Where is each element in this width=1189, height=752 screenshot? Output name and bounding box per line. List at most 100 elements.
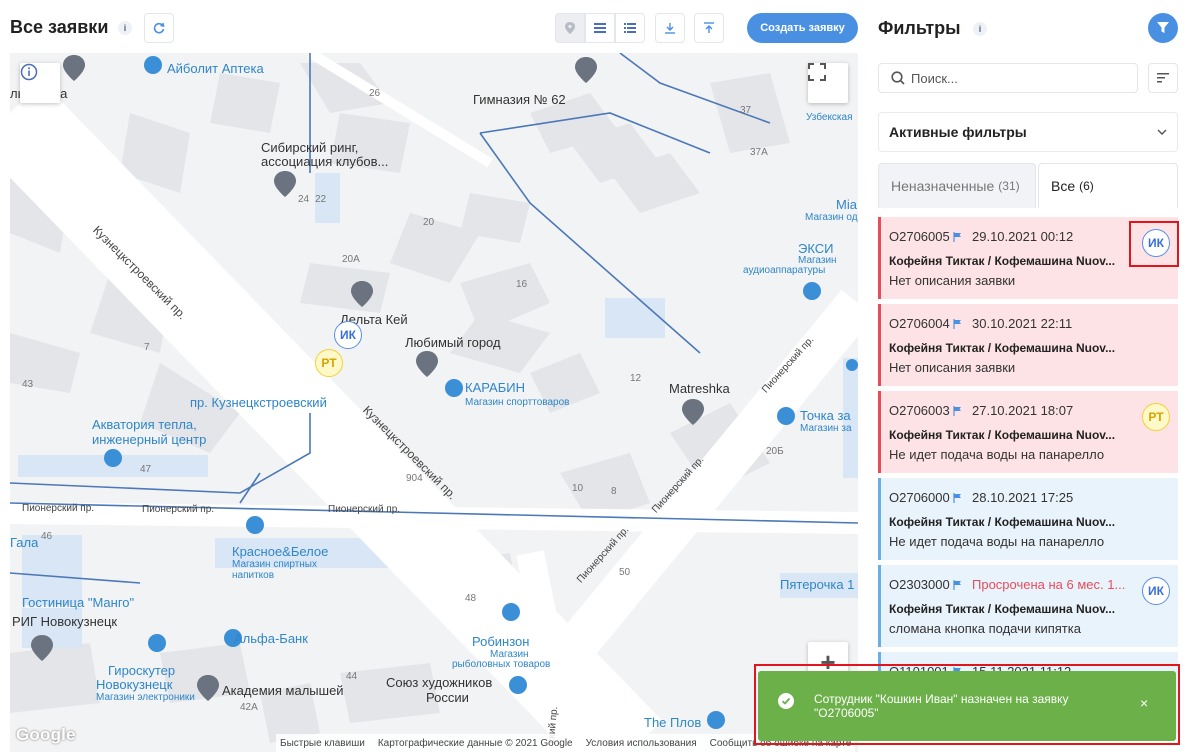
map-view[interactable]: Айболит Аптека льборьба Гимназия № 62 Уз… bbox=[10, 53, 858, 752]
list-icon bbox=[594, 23, 606, 33]
chevron-down-icon bbox=[1157, 129, 1167, 135]
map-label-karabin-sub: Магазин спорттоваров bbox=[465, 397, 570, 408]
ticket-header: O2706004 30.10.2021 22:11 bbox=[889, 316, 1178, 331]
building-number: 37 bbox=[740, 105, 752, 116]
map-view-button[interactable] bbox=[555, 13, 585, 43]
refresh-icon bbox=[153, 22, 165, 34]
list-view-button[interactable] bbox=[585, 13, 615, 43]
building-number: 7 bbox=[144, 342, 150, 353]
ticket-title: Кофейня Тиктак / Кофемашина Nuov... bbox=[889, 341, 1116, 355]
filters-info-icon[interactable]: i bbox=[973, 22, 987, 36]
building-number: 47 bbox=[140, 464, 152, 475]
ticket-date: 27.10.2021 18:07 bbox=[972, 403, 1074, 418]
tickets-tabs: Неназначенные (31) Все (6) bbox=[878, 163, 1178, 208]
building-number: 16 bbox=[516, 279, 528, 290]
upload-icon bbox=[704, 22, 714, 33]
details-view-button[interactable] bbox=[615, 13, 645, 43]
map-footer-data: Картографические данные © 2021 Google bbox=[377, 737, 573, 749]
map-label-pyaterochka: Пятерочка 1 bbox=[780, 577, 855, 592]
ticket-card[interactable]: O2303000 Просрочена на 6 мес. 1... Кофей… bbox=[878, 565, 1178, 647]
assignee-avatar[interactable]: ИК bbox=[1142, 577, 1170, 605]
assignee-marker-rt[interactable]: РТ bbox=[315, 349, 343, 377]
building-number: 44 bbox=[346, 671, 358, 682]
ticket-card[interactable]: O2706005 29.10.2021 00:12 Кофейня Тиктак… bbox=[878, 217, 1178, 299]
page-title: Все заявки bbox=[10, 17, 109, 37]
map-background bbox=[10, 53, 858, 752]
ticket-card[interactable]: O2706000 28.10.2021 17:25 Кофейня Тиктак… bbox=[878, 478, 1178, 560]
map-label-pionersky-5: Пионерский пр. bbox=[142, 504, 215, 515]
map-label-kuz-stop: пр. Кузнецкстроевский bbox=[190, 395, 327, 410]
sort-icon bbox=[1157, 73, 1169, 83]
download-icon bbox=[665, 23, 675, 34]
funnel-icon bbox=[1157, 22, 1169, 33]
map-label-tochka: Точка за bbox=[800, 408, 851, 423]
fullscreen-button[interactable] bbox=[808, 63, 848, 103]
ticket-title: Кофейня Тиктак / Кофемашина Nuov... bbox=[889, 602, 1116, 616]
map-label-krasnoe-sub-2: напитков bbox=[232, 570, 275, 581]
building-number: 37A bbox=[750, 147, 768, 158]
building-number: 46 bbox=[41, 531, 53, 542]
ticket-number: O2706005 bbox=[889, 229, 950, 244]
ticket-date: 30.10.2021 22:11 bbox=[972, 316, 1073, 331]
view-switcher bbox=[555, 13, 645, 43]
download-button[interactable] bbox=[655, 13, 685, 43]
active-filters-dropdown[interactable]: Активные фильтры bbox=[878, 112, 1178, 152]
map-label-aibolit: Айболит Аптека bbox=[167, 61, 264, 76]
flag-icon bbox=[953, 405, 961, 416]
info-icon[interactable]: i bbox=[118, 21, 132, 35]
sort-button[interactable] bbox=[1148, 63, 1178, 93]
building-number: 24 bbox=[298, 194, 310, 205]
building-number: 22 bbox=[315, 194, 327, 205]
map-label-artists-2: России bbox=[426, 690, 469, 705]
map-label-akvatoria-2: инженерный центр bbox=[92, 432, 207, 447]
ticket-description: Нет описания заявки bbox=[889, 273, 1016, 288]
tab-unassigned[interactable]: Неназначенные (31) bbox=[878, 163, 1036, 208]
building-number: 904 bbox=[406, 473, 423, 484]
upload-button[interactable] bbox=[694, 13, 724, 43]
ticket-title: Кофейня Тиктак / Кофемашина Nuov... bbox=[889, 254, 1116, 268]
tab-all[interactable]: Все (6) bbox=[1038, 163, 1178, 208]
map-label-krasnoe-sub-1: Магазин спиртных bbox=[232, 559, 317, 570]
map-footer-terms[interactable]: Условия использования bbox=[586, 738, 697, 749]
map-label-krasnoe: Красное&Белое bbox=[232, 544, 329, 559]
ticket-header: O2303000 Просрочена на 6 мес. 1... bbox=[889, 577, 1178, 592]
map-label-eksi-sub-2: аудиоаппаратуры bbox=[743, 265, 826, 276]
ticket-header: O2706000 28.10.2021 17:25 bbox=[889, 490, 1178, 505]
assignee-avatar[interactable]: ИК bbox=[1142, 229, 1170, 257]
tab-count: (31) bbox=[998, 179, 1020, 193]
map-label-uzbek: Узбекская bbox=[806, 112, 853, 123]
map-info-button[interactable] bbox=[20, 63, 60, 103]
map-label-artists-1: Союз художников bbox=[386, 675, 493, 690]
ticket-header: O2706003 27.10.2021 18:07 bbox=[889, 403, 1178, 418]
map-label-plov: The Плов bbox=[644, 715, 702, 730]
ticket-title: Кофейня Тиктак / Кофемашина Nuov... bbox=[889, 515, 1116, 529]
map-label-sib-ring-1: Сибирский ринг, bbox=[261, 140, 359, 155]
map-label-mia: Mia bbox=[836, 197, 857, 212]
refresh-button[interactable] bbox=[144, 13, 174, 43]
map-label-academy: Академия малышей bbox=[222, 683, 344, 698]
ticket-date-overdue: Просрочена на 6 мес. 1... bbox=[972, 577, 1126, 592]
ticket-date: 28.10.2021 17:25 bbox=[972, 490, 1074, 505]
toast-close-button[interactable]: × bbox=[1140, 695, 1148, 711]
map-label-gymnasium: Гимназия № 62 bbox=[473, 92, 566, 107]
map-label-pionersky-6: Пионерский пр. bbox=[328, 504, 401, 515]
assignee-marker-ik[interactable]: ИК bbox=[334, 321, 362, 349]
tab-label: Все bbox=[1051, 178, 1076, 194]
map-label-robinzon-sub-2: рыболовных товаров bbox=[452, 659, 551, 670]
ticket-date: 29.10.2021 00:12 bbox=[972, 229, 1074, 244]
filter-button[interactable] bbox=[1148, 13, 1178, 43]
search-box bbox=[878, 63, 1138, 93]
ticket-card[interactable]: O2706003 27.10.2021 18:07 Кофейня Тиктак… bbox=[878, 391, 1178, 473]
building-number: 20A bbox=[342, 254, 360, 265]
map-label-hotel: Гостиница "Манго" bbox=[22, 595, 135, 610]
map-label-sib-ring-2: ассоциация клубов... bbox=[261, 154, 389, 169]
ticket-card[interactable]: O2706004 30.10.2021 22:11 Кофейня Тиктак… bbox=[878, 304, 1178, 386]
map-label-mia-sub: Магазин од bbox=[805, 212, 858, 223]
map-footer-shortcuts[interactable]: Быстрые клавиши bbox=[280, 738, 365, 749]
search-input[interactable] bbox=[911, 70, 1131, 86]
assignee-avatar[interactable]: РТ bbox=[1142, 403, 1170, 431]
filters-title: Фильтры bbox=[878, 18, 961, 38]
map-label-alfa: Альфа-Банк bbox=[234, 631, 308, 646]
building-number: 48 bbox=[465, 593, 477, 604]
create-request-button[interactable]: Создать заявку bbox=[747, 13, 858, 43]
